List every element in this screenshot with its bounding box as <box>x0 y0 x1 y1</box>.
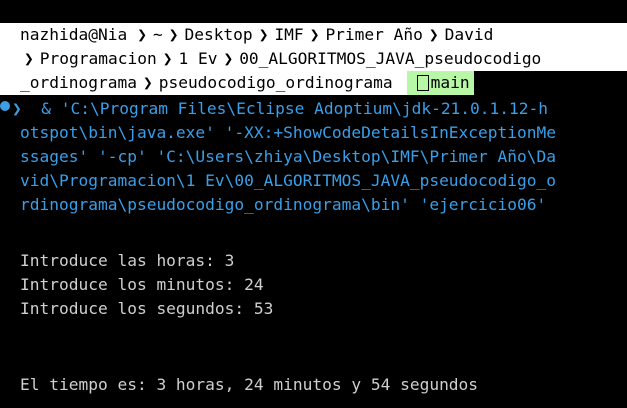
output-text-resultado: El tiempo es: 3 horas, 24 minutos y 54 s… <box>20 375 479 394</box>
path-separator: ❯ <box>258 25 269 44</box>
output-line-resultado: El tiempo es: 3 horas, 24 minutos y 54 s… <box>20 373 478 397</box>
path-segment-programacion: Programacion <box>39 47 157 71</box>
path-segment-imf: IMF <box>274 23 304 47</box>
git-branch-name: main <box>430 73 470 92</box>
path-separator: ❯ <box>309 25 320 44</box>
output-text-horas: Introduce las horas: 3 <box>20 251 235 270</box>
command-line-5: rdinograma\pseudocodigo_ordinograma\bin'… <box>20 193 546 217</box>
prompt-separator: ❯ <box>137 25 147 44</box>
path-segment-desktop: Desktop <box>184 23 253 47</box>
output-line-segundos: Introduce los segundos: 53 <box>20 297 273 321</box>
command-chevron: ❯ <box>12 99 22 118</box>
path-segment-primer-ano: Primer Año <box>325 23 423 47</box>
command-line-2: otspot\bin\java.exe' '-XX:+ShowCodeDetai… <box>20 121 556 145</box>
command-line-1: ❯ & 'C:\Program Files\Eclipse Adoptium\j… <box>12 97 548 121</box>
path-separator: ❯ <box>428 25 439 44</box>
path-segment-ordinograma: _ordinograma <box>0 71 137 95</box>
path-segment-pseudocodigo-ordinograma: pseudocodigo_ordinograma <box>158 71 407 95</box>
output-text-segundos: Introduce los segundos: 53 <box>20 299 274 318</box>
command-text-4: vid\Programacion\1 Ev\00_ALGORITMOS_JAVA… <box>20 171 557 190</box>
path-segment-1-ev: 1 Ev <box>178 47 218 71</box>
command-line-3: ssages' '-cp' 'C:\Users\zhiya\Desktop\IM… <box>20 145 556 169</box>
output-text-minutos: Introduce los minutos: 24 <box>20 275 264 294</box>
command-text-3: ssages' '-cp' 'C:\Users\zhiya\Desktop\IM… <box>20 147 557 166</box>
command-line-4: vid\Programacion\1 Ev\00_ALGORITMOS_JAVA… <box>20 169 556 193</box>
prompt-line-1: nazhida@Nia ❯ ~ ❯ Desktop ❯ IMF ❯ Primer… <box>0 23 627 47</box>
command-text-1: & 'C:\Program Files\Eclipse Adoptium\jdk… <box>21 99 549 118</box>
path-segment-david: David <box>444 23 494 47</box>
path-separator: ❯ <box>168 25 179 44</box>
git-branch-segment: main <box>406 71 474 95</box>
command-text-2: otspot\bin\java.exe' '-XX:+ShowCodeDetai… <box>20 123 557 142</box>
path-separator: ❯ <box>223 49 234 68</box>
prompt-user: nazhida@Nia <box>0 23 132 47</box>
output-line-minutos: Introduce los minutos: 24 <box>20 273 264 297</box>
output-line-horas: Introduce las horas: 3 <box>20 249 234 273</box>
git-branch-icon <box>416 75 429 91</box>
path-segment-algoritmos: 00_ALGORITMOS_JAVA_pseudocodigo <box>239 47 542 71</box>
path-separator: ❯ <box>24 49 34 68</box>
path-separator: ❯ <box>162 49 173 68</box>
command-text-5: rdinograma\pseudocodigo_ordinograma\bin'… <box>20 195 547 214</box>
path-separator: ❯ <box>136 71 159 95</box>
path-segment-home: ~ <box>152 23 163 47</box>
prompt-line-3: _ordinograma ❯ pseudocodigo_ordinograma … <box>0 71 474 95</box>
prompt-line-2: ❯ Programacion ❯ 1 Ev ❯ 00_ALGORITMOS_JA… <box>0 47 627 71</box>
terminal-window[interactable]: nazhida@Nia ❯ ~ ❯ Desktop ❯ IMF ❯ Primer… <box>0 0 627 408</box>
command-status-dot <box>0 101 10 111</box>
